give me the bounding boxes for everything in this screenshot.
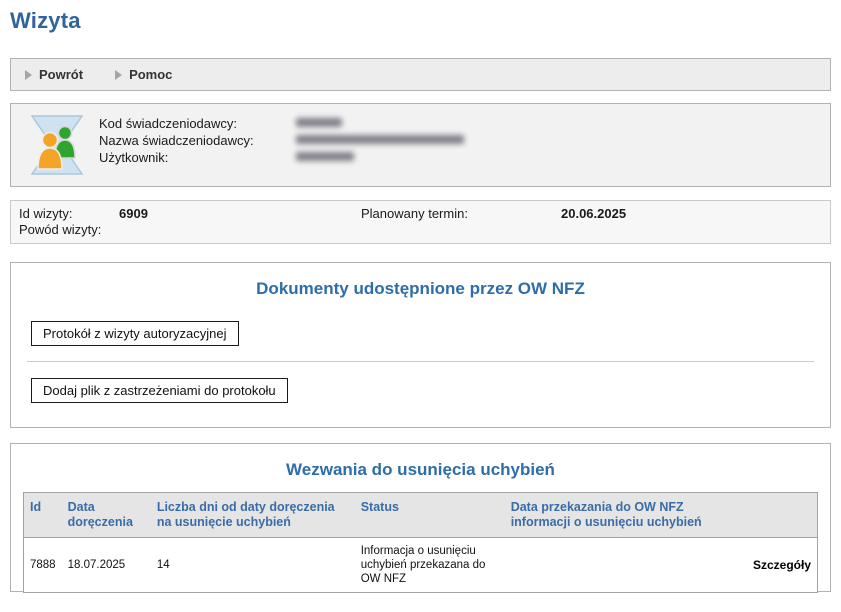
provider-user-value-redacted [296, 152, 354, 161]
provider-users-icon [29, 114, 85, 176]
cell-details: Szczegóły [740, 538, 818, 593]
visit-reason-label: Powód wizyty: [19, 222, 119, 238]
documents-section: Dokumenty udostępnione przez OW NFZ Prot… [10, 262, 831, 428]
add-file-button[interactable]: Dodaj plik z zastrzeżeniami do protokołu [31, 378, 288, 403]
violations-header-row: Id Data doręczenia Liczba dni od daty do… [24, 493, 818, 538]
cell-info-date [505, 538, 740, 593]
column-header-info-date: Data przekazania do OW NFZ informacji o … [505, 493, 740, 538]
cell-status: Informacja o usunięciu uchybień przekaza… [355, 538, 505, 593]
planned-date-value: 20.06.2025 [561, 206, 822, 222]
violations-table: Id Data doręczenia Liczba dni od daty do… [23, 492, 818, 593]
help-button[interactable]: Pomoc [115, 67, 172, 82]
provider-code-label: Kod świadczeniodawcy: [99, 115, 296, 132]
section-divider [27, 361, 814, 362]
provider-values-redacted [296, 114, 464, 169]
visit-page: Wizyta Powrót Pomoc Kod świadczeniodawcy… [0, 8, 841, 592]
provider-name-label: Nazwa świadczeniodawcy: [99, 132, 296, 149]
provider-labels: Kod świadczeniodawcy: Nazwa świadczeniod… [99, 114, 296, 166]
page-title: Wizyta [10, 8, 831, 34]
column-header-delivery-date: Data doręczenia [62, 493, 151, 538]
column-header-days: Liczba dni od daty doręczenia na usunięc… [151, 493, 355, 538]
protocol-button[interactable]: Protokół z wizyty autoryzacyjnej [31, 321, 239, 346]
column-header-status: Status [355, 493, 505, 538]
cell-days: 14 [151, 538, 355, 593]
visit-info-panel: Id wizyty: 6909 Planowany termin: 20.06.… [10, 200, 831, 244]
visit-id-label: Id wizyty: [19, 206, 119, 222]
arrow-right-icon [25, 70, 32, 80]
provider-user-label: Użytkownik: [99, 149, 296, 166]
violations-section-heading: Wezwania do usunięcia uchybień [23, 460, 818, 480]
visit-id-value: 6909 [119, 206, 361, 222]
toolbar: Powrót Pomoc [10, 58, 831, 91]
column-header-id: Id [24, 493, 62, 538]
back-button[interactable]: Powrót [25, 67, 83, 82]
provider-code-value-redacted [296, 118, 342, 127]
help-button-label: Pomoc [129, 67, 172, 82]
column-header-details [740, 493, 818, 538]
visit-reason-value [119, 222, 361, 238]
planned-date-label: Planowany termin: [361, 206, 561, 222]
table-row: 7888 18.07.2025 14 Informacja o usunięci… [24, 538, 818, 593]
provider-info-panel: Kod świadczeniodawcy: Nazwa świadczeniod… [10, 103, 831, 187]
violations-section: Wezwania do usunięcia uchybień Id Data d… [10, 443, 831, 592]
cell-id: 7888 [24, 538, 62, 593]
arrow-right-icon [115, 70, 122, 80]
back-button-label: Powrót [39, 67, 83, 82]
documents-section-heading: Dokumenty udostępnione przez OW NFZ [23, 279, 818, 299]
details-link[interactable]: Szczegóły [753, 558, 811, 572]
provider-name-value-redacted [296, 135, 464, 144]
cell-delivery-date: 18.07.2025 [62, 538, 151, 593]
